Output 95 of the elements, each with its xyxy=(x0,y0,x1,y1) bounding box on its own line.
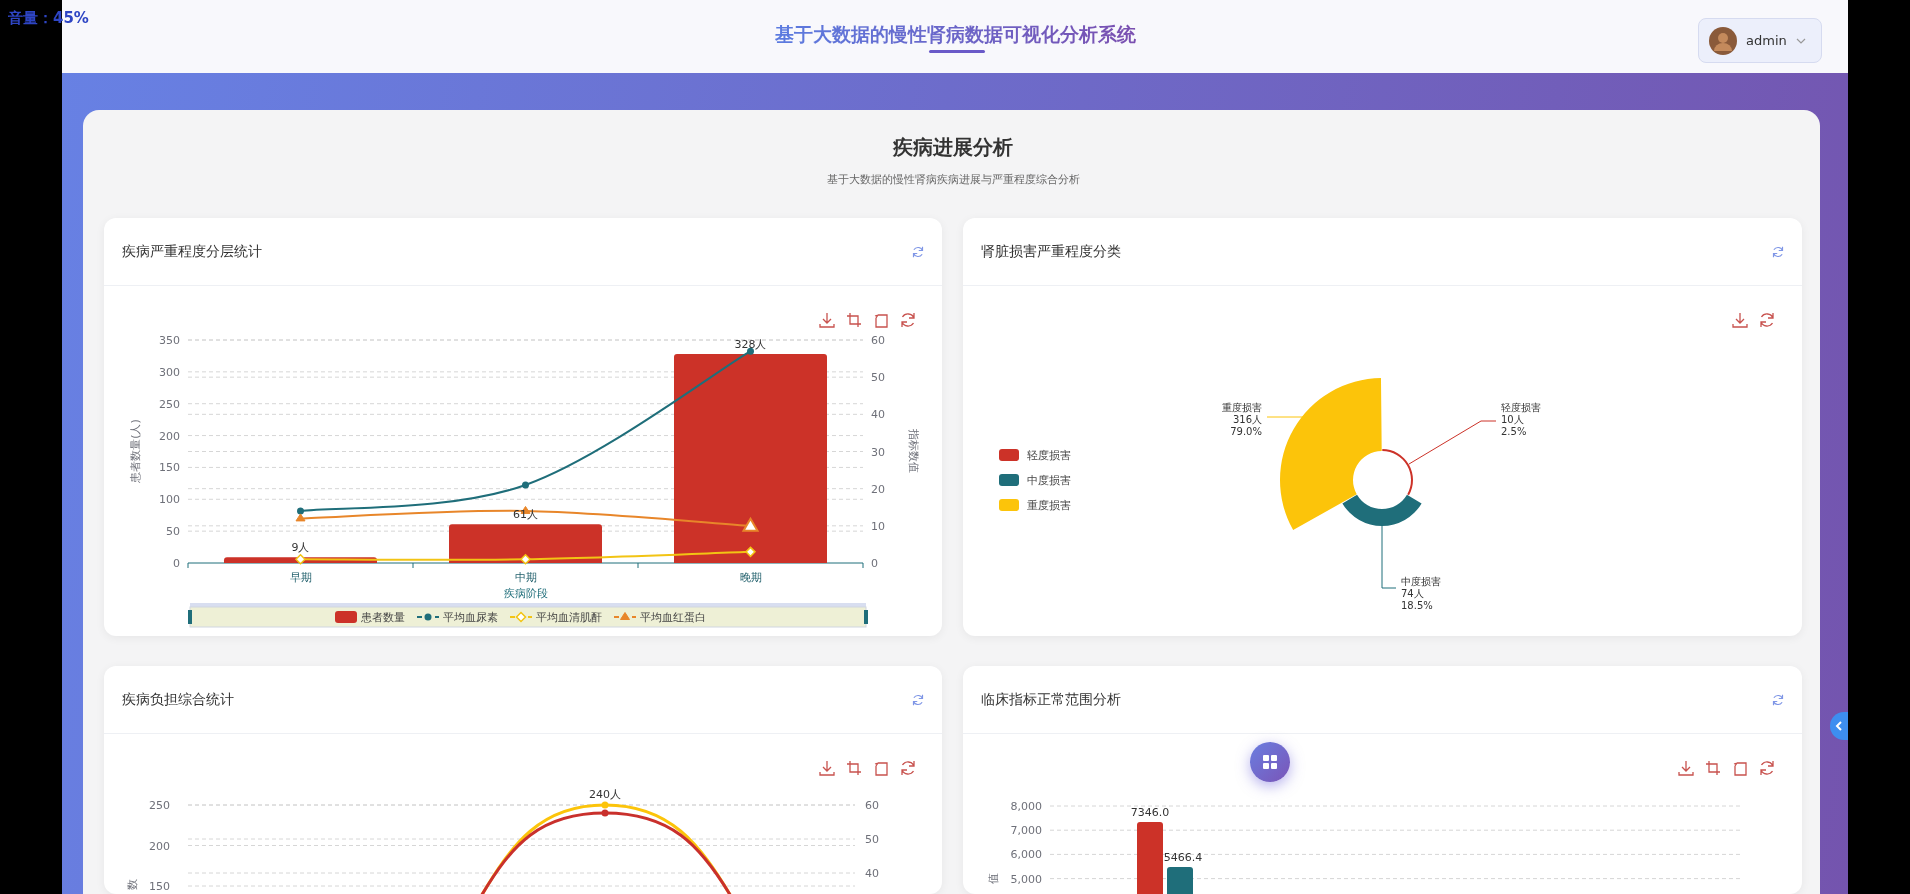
axis-tick-label: 150 xyxy=(149,880,170,893)
restore-icon[interactable] xyxy=(901,312,915,328)
data-label: 61人 xyxy=(513,508,538,522)
legend-line-icon xyxy=(416,613,440,621)
card-title: 疾病严重程度分层统计 xyxy=(122,242,262,261)
slice-label: 10人 xyxy=(1501,414,1524,425)
axis-tick-label: 6,000 xyxy=(1010,848,1042,862)
axis-tick-label: 0 xyxy=(173,557,180,570)
axis-category-label: 中期 xyxy=(514,571,537,584)
axis-tick-label: 200 xyxy=(149,839,170,853)
legend-label: 平均血清肌酐 xyxy=(536,611,602,624)
crop-icon[interactable] xyxy=(846,760,862,776)
axis-title: 值 xyxy=(987,872,1000,884)
slice-label: 重度损害 xyxy=(1222,402,1262,413)
page-subtitle: 基于大数据的慢性肾病疾病进展与严重程度综合分析 xyxy=(826,173,1080,187)
data-label: 7346.0 xyxy=(1130,806,1170,819)
point xyxy=(295,513,306,522)
data-label: 328人 xyxy=(734,338,767,351)
axis-tick-label: 100 xyxy=(159,493,180,507)
slice-label: 2.5% xyxy=(1501,426,1527,437)
axis-tick-label: 20 xyxy=(871,482,885,496)
avatar xyxy=(1709,26,1737,55)
axis-tick-label: 40 xyxy=(871,408,885,422)
axis-tick-label: 150 xyxy=(159,461,180,475)
crop-icon[interactable] xyxy=(846,312,862,328)
slice-label: 316人 xyxy=(1232,414,1262,425)
axis-tick-label: 200 xyxy=(159,429,180,443)
axis-tick-label: 60 xyxy=(871,334,885,347)
legend-line-icon xyxy=(509,611,533,623)
range-slider[interactable] xyxy=(188,603,868,628)
refresh-icon[interactable] xyxy=(1772,245,1784,258)
slice-label: 轻度损害 xyxy=(1501,402,1541,413)
axis-tick-label: 60 xyxy=(865,799,879,812)
data-label: 240人 xyxy=(589,788,621,801)
axis-tick-label: 50 xyxy=(871,371,885,385)
card-title: 疾病负担综合统计 xyxy=(122,690,234,709)
slice-label: 79.0% xyxy=(1230,426,1262,437)
download-icon[interactable] xyxy=(1678,760,1694,776)
slice-label: 中度损害 xyxy=(1401,576,1441,587)
axis-tick-label: 350 xyxy=(159,334,180,347)
download-icon[interactable] xyxy=(819,312,835,328)
grid-icon xyxy=(1263,755,1277,769)
axis-tick-label: 7,000 xyxy=(1010,824,1042,838)
refresh-icon[interactable] xyxy=(912,693,924,706)
user-menu-button[interactable]: admin xyxy=(1698,18,1822,63)
axis-tick-label: 300 xyxy=(159,365,180,379)
point xyxy=(295,554,306,565)
download-icon[interactable] xyxy=(1732,312,1748,328)
data-label: 9人 xyxy=(291,541,310,555)
legend-label: 中度损害 xyxy=(1027,474,1071,487)
page-title: 疾病进展分析 xyxy=(893,134,1013,161)
axis-tick-label: 40 xyxy=(865,867,879,880)
axis-category-label: 早期 xyxy=(289,571,312,584)
title-underline xyxy=(929,49,985,53)
restore-icon[interactable] xyxy=(1760,760,1774,776)
legend-line-icon xyxy=(613,612,637,620)
legend-label: 轻度损害 xyxy=(1027,449,1071,462)
axis-title: 疾病阶段 xyxy=(503,587,548,600)
data-label: 5466.4 xyxy=(1163,851,1203,864)
restore-icon[interactable] xyxy=(1760,312,1774,328)
point xyxy=(745,546,756,558)
refresh-icon[interactable] xyxy=(912,245,924,258)
leader-line xyxy=(1381,525,1397,589)
legend-label: 患者数量 xyxy=(361,611,405,624)
axis-tick-label: 10 xyxy=(871,519,885,533)
axis-tick-label: 0 xyxy=(871,557,878,570)
axis-tick-label: 250 xyxy=(159,397,180,411)
download-icon[interactable] xyxy=(819,760,835,776)
axis-tick-label: 50 xyxy=(166,525,180,539)
axis-title: 数 xyxy=(126,878,139,890)
axis-tick-label: 5,000 xyxy=(1010,872,1042,886)
legend-label: 重度损害 xyxy=(1027,499,1071,512)
chevron-down-icon xyxy=(1795,37,1806,44)
card-title: 临床指标正常范围分析 xyxy=(981,690,1121,709)
point xyxy=(520,554,531,565)
user-name: admin xyxy=(1746,33,1787,48)
legend-swatch-icon xyxy=(335,611,357,623)
axis-category-label: 晚期 xyxy=(739,571,762,584)
slice-label: 18.5% xyxy=(1401,600,1433,611)
axis-tick-label: 30 xyxy=(871,445,885,459)
crop-icon[interactable] xyxy=(1705,760,1721,776)
point xyxy=(522,481,529,489)
legend-label: 平均血尿素 xyxy=(443,611,498,624)
refresh-icon[interactable] xyxy=(1772,693,1784,706)
axis-title: 患者数量(人) xyxy=(129,419,142,483)
restore-icon[interactable] xyxy=(901,760,915,776)
point xyxy=(297,507,304,515)
card-title: 肾脏损害严重程度分类 xyxy=(981,242,1121,261)
legend-label: 平均血红蛋白 xyxy=(640,611,706,624)
axis-tick-label: 8,000 xyxy=(1010,800,1042,813)
axis-tick-label: 250 xyxy=(149,799,170,812)
slice-label: 74人 xyxy=(1401,588,1424,599)
axis-tick-label: 50 xyxy=(865,833,879,846)
axis-title: 指标数值 xyxy=(907,429,920,473)
chevron-left-icon xyxy=(1835,721,1843,731)
